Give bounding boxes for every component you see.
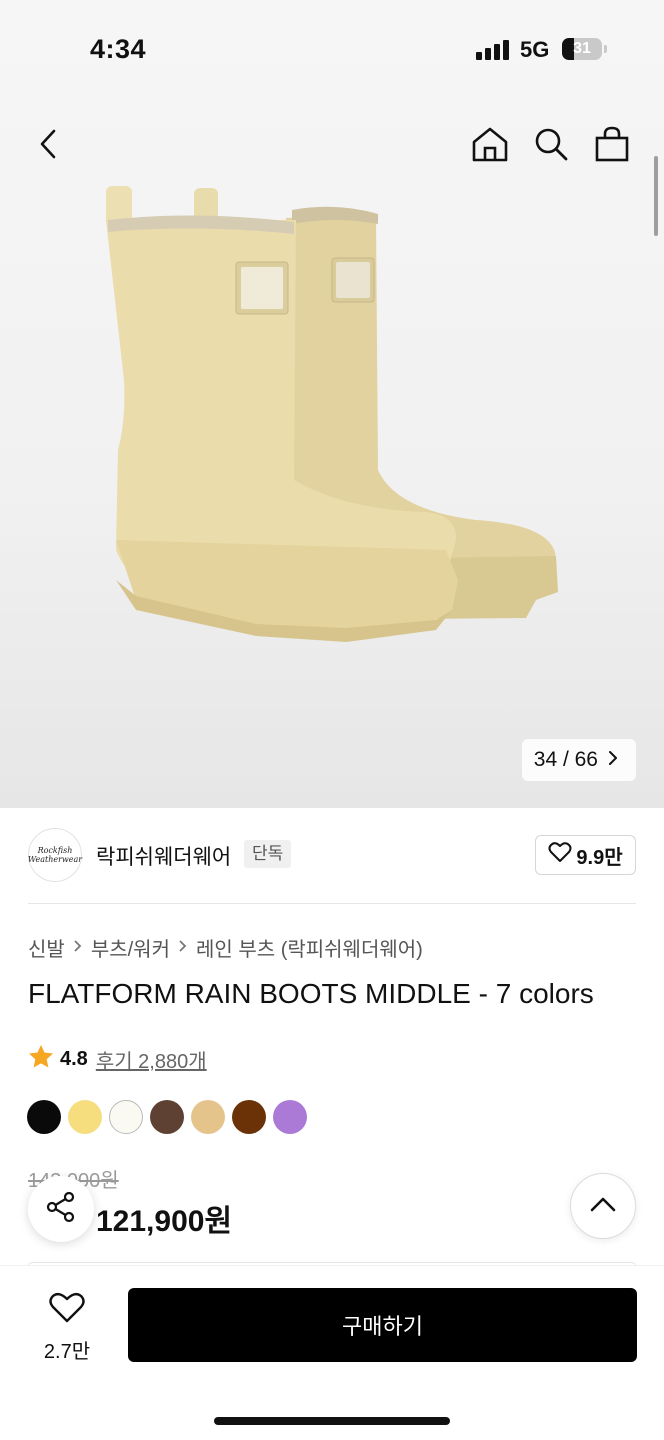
search-icon[interactable] — [529, 122, 573, 166]
status-time: 4:34 — [90, 34, 147, 64]
breadcrumb-item-shoes[interactable]: 신발 — [28, 933, 65, 962]
review-link[interactable]: 후기 2,880개 — [96, 1045, 207, 1074]
star-icon — [28, 1044, 54, 1075]
share-button[interactable] — [28, 1176, 94, 1242]
color-swatch-ivory[interactable] — [109, 1100, 143, 1134]
sale-price: 121,900원 — [96, 1205, 233, 1238]
image-counter[interactable]: 34 / 66 — [521, 739, 636, 781]
chevron-up-icon — [590, 1196, 616, 1217]
color-swatch-black[interactable] — [27, 1100, 61, 1134]
top-nav — [0, 120, 664, 170]
buy-button[interactable]: 구매하기 — [128, 1288, 637, 1362]
heart-icon — [49, 1292, 85, 1329]
product-image — [96, 180, 576, 660]
product-title: FLATFORM RAIN BOOTS MIDDLE - 7 colors — [28, 978, 594, 1009]
chevron-right-icon — [73, 938, 83, 958]
brand-name[interactable]: 락피쉬웨더웨어 — [96, 841, 231, 871]
rating-score: 4.8 — [60, 1048, 88, 1070]
brand-logo-line-2: Weatherwear — [27, 855, 83, 864]
color-swatch-yellow[interactable] — [68, 1100, 102, 1134]
scroll-to-top-button[interactable] — [570, 1173, 636, 1239]
shopping-bag-icon[interactable] — [590, 122, 634, 166]
share-icon — [45, 1191, 77, 1228]
brand-like-button[interactable]: 9.9만 — [535, 835, 636, 875]
brand-logo[interactable]: Rockfish Weatherwear — [28, 828, 82, 882]
image-counter-text: 34 / 66 — [533, 748, 598, 771]
home-icon[interactable] — [468, 122, 512, 166]
color-swatch-dark-brown[interactable] — [232, 1100, 266, 1134]
brand-logo-line-1: Rockfish — [37, 846, 73, 855]
breadcrumb: 신발 부츠/워커 레인 부츠 (락피쉬웨더웨어) — [28, 933, 423, 962]
color-swatch-purple[interactable] — [273, 1100, 307, 1134]
home-indicator[interactable] — [214, 1417, 450, 1425]
signal-icon — [476, 40, 510, 60]
rating-row: 4.8 후기 2,880개 — [28, 1044, 207, 1075]
status-bar: 4:34 5G 31 — [0, 0, 664, 100]
battery-icon: 31 — [562, 38, 602, 60]
exclusive-badge: 단독 — [244, 840, 292, 868]
color-swatches — [27, 1100, 307, 1134]
breadcrumb-item-boots[interactable]: 부츠/워커 — [91, 933, 170, 962]
color-swatch-beige[interactable] — [191, 1100, 225, 1134]
battery-level: 31 — [573, 40, 591, 57]
brand-like-count: 9.9만 — [576, 846, 623, 869]
battery-tip — [604, 45, 607, 53]
breadcrumb-item-rain-boots[interactable]: 레인 부츠 (락피쉬웨더웨어) — [196, 933, 423, 962]
color-swatch-brown[interactable] — [150, 1100, 184, 1134]
heart-icon — [548, 841, 572, 869]
chevron-right-icon — [608, 748, 618, 772]
scroll-indicator[interactable] — [654, 156, 658, 236]
network-type: 5G — [520, 37, 550, 62]
wishlist-count: 2.7만 — [43, 1341, 91, 1363]
divider — [28, 903, 636, 904]
back-arrow-icon[interactable] — [26, 122, 70, 166]
chevron-right-icon — [178, 938, 188, 958]
brand-row: Rockfish Weatherwear 락피쉬웨더웨어 단독 9.9만 — [28, 828, 636, 884]
bottom-action-bar: 2.7만 구매하기 — [0, 1266, 664, 1440]
wishlist-button[interactable]: 2.7만 — [30, 1292, 104, 1364]
